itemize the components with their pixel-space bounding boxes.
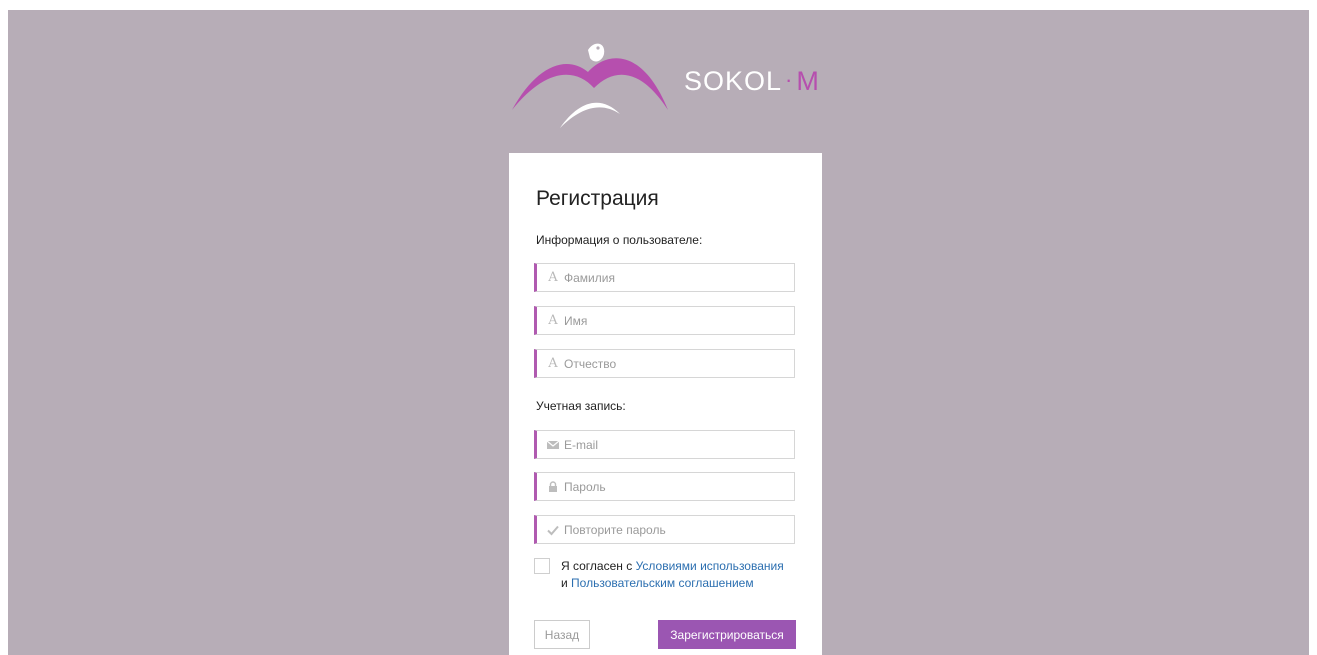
back-button[interactable]: Назад: [534, 620, 590, 649]
brand-suffix: M: [796, 66, 820, 96]
account-section-label: Учетная запись:: [536, 399, 626, 413]
register-button[interactable]: Зарегистрироваться: [658, 620, 796, 649]
first-name-input[interactable]: [564, 310, 789, 331]
agreement-text: Я согласен с Условиями использования и П…: [561, 558, 811, 592]
password-input[interactable]: [564, 476, 789, 497]
email-input[interactable]: [564, 434, 789, 455]
password-repeat-input[interactable]: [564, 519, 789, 540]
password-repeat-field[interactable]: [534, 515, 795, 544]
text-a-icon: A: [548, 313, 558, 328]
middle-name-input[interactable]: [564, 353, 789, 374]
envelope-icon: [546, 438, 560, 452]
brand-name: SOKOL: [684, 66, 783, 96]
agreement-middle: и: [561, 576, 572, 590]
user-agreement-link[interactable]: Пользовательским соглашением: [571, 576, 754, 590]
check-icon: [546, 523, 560, 537]
agree-checkbox[interactable]: [534, 558, 550, 574]
password-field[interactable]: [534, 472, 795, 501]
first-name-field[interactable]: A: [534, 306, 795, 335]
brand-separator: ·: [785, 67, 794, 92]
text-a-icon: A: [548, 356, 558, 371]
last-name-input[interactable]: [564, 267, 789, 288]
falcon-logo-icon: [512, 43, 668, 128]
last-name-field[interactable]: A: [534, 263, 795, 292]
user-info-label: Информация о пользователе:: [536, 233, 703, 247]
sokol-logo: SOKOL · M: [508, 36, 828, 128]
registration-card: Регистрация Информация о пользователе: A…: [509, 153, 822, 655]
agreement-prefix: Я согласен с: [561, 559, 636, 573]
page-title: Регистрация: [536, 187, 659, 210]
terms-link[interactable]: Условиями использования: [636, 559, 784, 573]
middle-name-field[interactable]: A: [534, 349, 795, 378]
brand-wordmark: SOKOL · M: [684, 66, 820, 97]
email-field[interactable]: [534, 430, 795, 459]
lock-icon: [546, 480, 560, 494]
text-a-icon: A: [548, 270, 558, 285]
